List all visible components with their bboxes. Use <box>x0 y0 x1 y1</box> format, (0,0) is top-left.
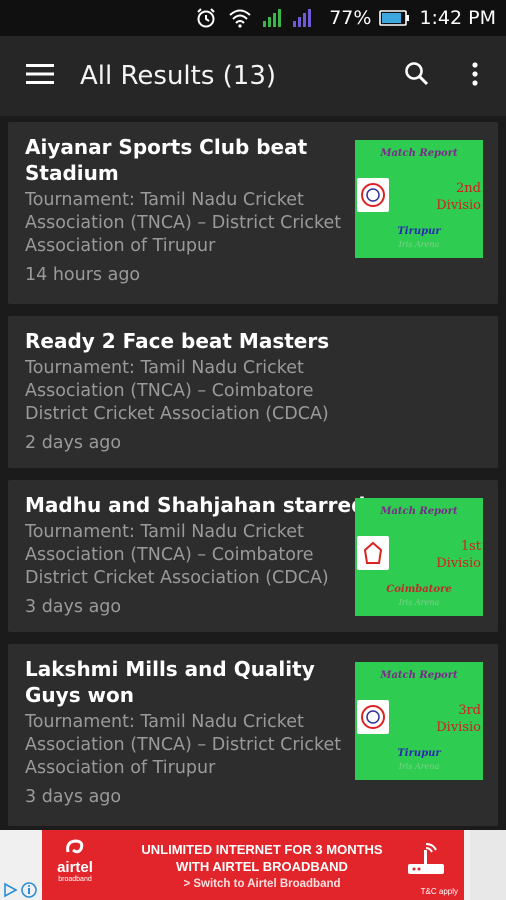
result-thumbnail: Match Report 1st Divisio Coimbatore Iris… <box>355 498 483 616</box>
result-card[interactable]: Madhu and Shahjahan starred Tournament: … <box>8 480 498 632</box>
adchoices-icon[interactable] <box>0 880 42 900</box>
association-logo <box>357 536 389 570</box>
thumb-heading: Match Report <box>380 506 458 517</box>
wifi-icon <box>227 6 253 30</box>
thumb-heading: Match Report <box>380 670 458 681</box>
alarm-icon <box>193 6 219 30</box>
result-time: 3 days ago <box>25 597 122 617</box>
airtel-logo: airtel broadband <box>52 838 98 884</box>
overflow-menu-button[interactable] <box>446 36 504 116</box>
thumb-heading: Match Report <box>380 148 458 159</box>
result-time: 14 hours ago <box>25 265 141 285</box>
results-list: Aiyanar Sports Club beat Stadium Tournam… <box>0 116 506 830</box>
ad-cta: > Switch to Airtel Broadband <box>183 878 341 890</box>
airtel-brand: airtel <box>57 859 93 876</box>
overflow-icon <box>471 61 479 91</box>
result-card[interactable]: Aiyanar Sports Club beat Stadium Tournam… <box>8 122 498 304</box>
result-time: 3 days ago <box>25 787 122 807</box>
menu-button[interactable] <box>0 36 80 116</box>
ad-container: airtel broadband UNLIMITED INTERNET FOR … <box>0 830 506 900</box>
page-title: All Results (13) <box>80 61 277 91</box>
result-title: Aiyanar Sports Club beat Stadium <box>25 135 308 185</box>
airtel-ad-banner[interactable]: airtel broadband UNLIMITED INTERNET FOR … <box>42 830 464 900</box>
thumb-division: 3rd Divisio <box>436 703 481 735</box>
result-tournament: Tournament: Tamil Nadu Cricket Associati… <box>25 712 342 778</box>
result-title: Madhu and Shahjahan starred <box>25 493 366 517</box>
result-text: Lakshmi Mills and Quality Guys won Tourn… <box>25 656 345 809</box>
result-text: Madhu and Shahjahan starred Tournament: … <box>25 492 366 619</box>
airtel-brand-sub: broadband <box>58 876 92 883</box>
thumb-division: 1st Divisio <box>436 539 481 571</box>
battery-percent: 77% <box>329 7 372 29</box>
result-thumbnail: Match Report 2nd Divisio Tirupur Iris Ar… <box>355 140 483 258</box>
search-button[interactable] <box>388 36 446 116</box>
thumb-city: Tirupur <box>397 226 441 237</box>
thumb-division: 2nd Divisio <box>436 181 481 213</box>
ad-headline-1: UNLIMITED INTERNET FOR 3 MONTHS <box>141 842 383 857</box>
result-thumbnail: Match Report 3rd Divisio Tirupur Iris Ar… <box>355 662 483 780</box>
signal-icon <box>261 6 321 30</box>
association-logo <box>357 178 389 212</box>
association-logo <box>357 700 389 734</box>
ad-terms: T&C apply <box>420 887 458 896</box>
ad-side-strip <box>470 830 506 900</box>
result-title: Ready 2 Face beat Masters <box>25 329 330 353</box>
result-tournament: Tournament: Tamil Nadu Cricket Associati… <box>25 190 342 256</box>
result-title: Lakshmi Mills and Quality Guys won <box>25 657 315 707</box>
result-tournament: Tournament: Tamil Nadu Cricket Associati… <box>25 522 329 588</box>
battery-icon <box>379 6 411 30</box>
result-card[interactable]: Ready 2 Face beat Masters Tournament: Ta… <box>8 316 498 468</box>
thumb-brand: Iris Arena <box>398 240 440 249</box>
result-time: 2 days ago <box>25 433 122 453</box>
thumb-city: Coimbatore <box>386 584 452 595</box>
menu-icon <box>26 63 54 89</box>
search-icon <box>404 61 430 91</box>
ad-headline-2: WITH AIRTEL BROADBAND <box>176 859 348 874</box>
app-bar: All Results (13) <box>0 36 506 116</box>
result-text: Ready 2 Face beat Masters Tournament: Ta… <box>25 328 485 455</box>
thumb-brand: Iris Arena <box>398 598 440 607</box>
router-icon <box>402 840 450 884</box>
result-tournament: Tournament: Tamil Nadu Cricket Associati… <box>25 358 329 424</box>
status-bar: 77% 1:42 PM <box>0 0 506 36</box>
thumb-city: Tirupur <box>397 748 441 759</box>
result-card[interactable]: Lakshmi Mills and Quality Guys won Tourn… <box>8 644 498 826</box>
clock: 1:42 PM <box>419 7 496 29</box>
result-text: Aiyanar Sports Club beat Stadium Tournam… <box>25 134 345 287</box>
thumb-brand: Iris Arena <box>398 762 440 771</box>
